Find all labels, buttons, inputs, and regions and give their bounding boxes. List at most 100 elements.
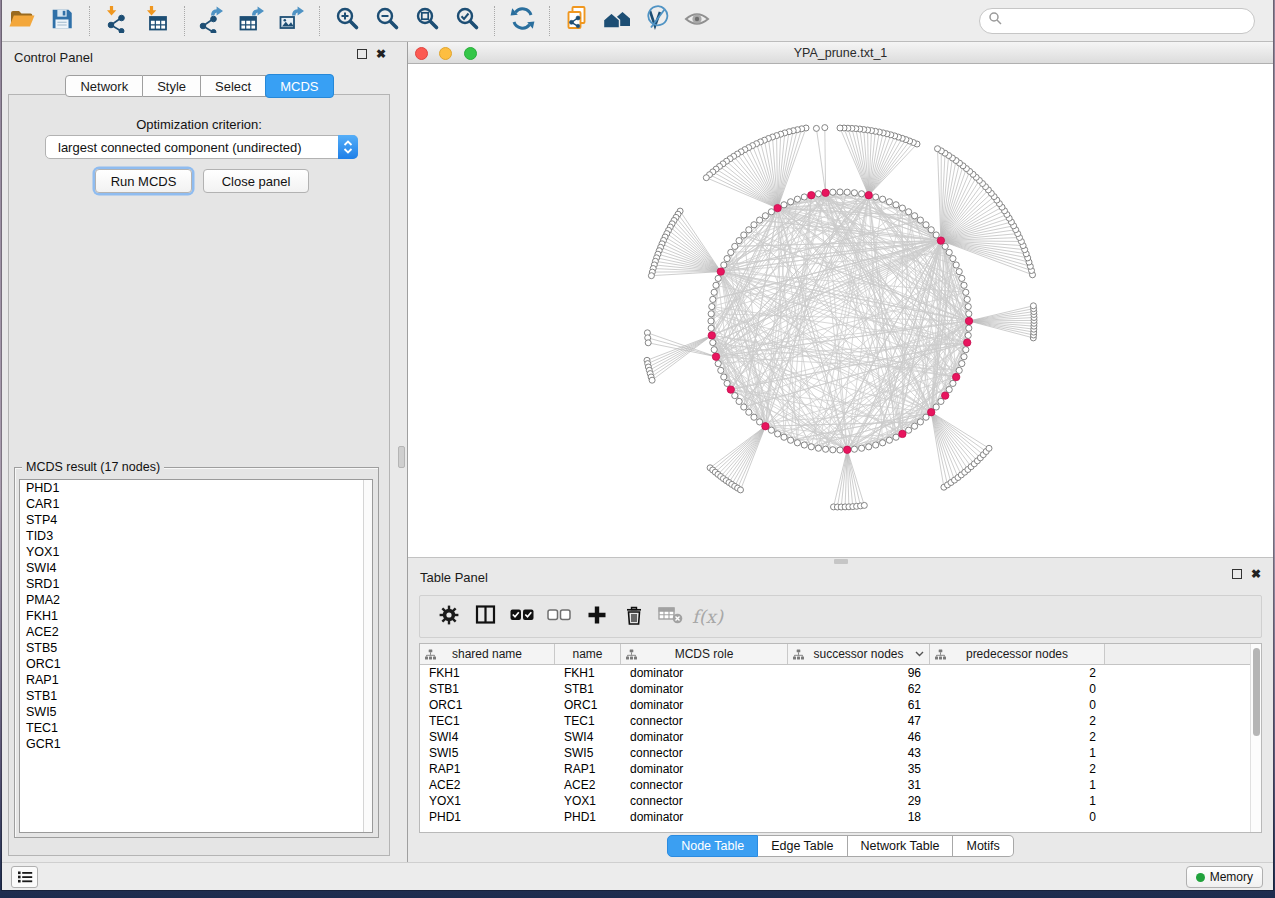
delete-table-button[interactable]	[652, 601, 689, 633]
deselect-all-icon	[547, 604, 572, 630]
select-all-button[interactable]	[504, 601, 541, 633]
export-network-button[interactable]	[192, 3, 232, 39]
tab-network[interactable]: Network	[65, 75, 143, 97]
status-bar: Memory	[2, 862, 1273, 890]
table-scrollbar[interactable]	[1250, 644, 1261, 832]
tab-select[interactable]: Select	[201, 75, 266, 97]
import-network-button[interactable]	[97, 3, 137, 39]
desktop-background: Control Panel ✖ NetworkStyleSelectMCDS O…	[0, 0, 1275, 898]
mcds-result-item[interactable]: PHD1	[20, 480, 372, 496]
mcds-result-item[interactable]: SWI4	[20, 560, 372, 576]
horizontal-splitter[interactable]	[408, 557, 1273, 564]
save-session-button[interactable]	[42, 3, 82, 39]
mcds-result-item[interactable]: STP4	[20, 512, 372, 528]
network-graph[interactable]	[408, 64, 1273, 557]
maximize-window-icon[interactable]	[464, 47, 477, 60]
table-row[interactable]: YOX1YOX1connector291	[420, 793, 1261, 809]
import-table-button[interactable]	[137, 3, 177, 39]
vertical-splitter[interactable]	[396, 42, 408, 862]
network-canvas[interactable]	[408, 64, 1273, 557]
export-image-button[interactable]	[272, 3, 312, 39]
mcds-list-scrollbar[interactable]	[363, 480, 372, 832]
mcds-result-item[interactable]: SWI5	[20, 704, 372, 720]
table-cell: SWI5	[420, 745, 555, 761]
open-session-button[interactable]	[2, 3, 42, 39]
search-input[interactable]	[1003, 11, 1254, 31]
mcds-result-title: MCDS result (17 nodes)	[22, 460, 164, 474]
column-header-shared-name[interactable]: shared name	[420, 644, 555, 664]
tab-node-table[interactable]: Node Table	[667, 835, 758, 857]
table-row[interactable]: RAP1RAP1dominator352	[420, 761, 1261, 777]
close-table-panel-icon[interactable]: ✖	[1251, 569, 1261, 579]
mcds-result-item[interactable]: CAR1	[20, 496, 372, 512]
criterion-dropdown[interactable]: largest connected component (undirected)	[45, 135, 358, 159]
minimize-window-icon[interactable]	[439, 47, 452, 60]
close-panel-button[interactable]: Close panel	[203, 169, 309, 193]
mcds-result-item[interactable]: TEC1	[20, 720, 372, 736]
toggle-panel-button[interactable]	[467, 601, 504, 633]
table-scrollbar-thumb[interactable]	[1253, 648, 1260, 736]
tab-edge-table[interactable]: Edge Table	[758, 835, 847, 857]
share-document-button[interactable]	[557, 3, 597, 39]
column-header-predecessor-nodes[interactable]: predecessor nodes	[930, 644, 1105, 664]
mcds-result-item[interactable]: SRD1	[20, 576, 372, 592]
zoom-fit-button[interactable]	[407, 3, 447, 39]
mcds-result-item[interactable]: ACE2	[20, 624, 372, 640]
table-row[interactable]: TEC1TEC1connector472	[420, 713, 1261, 729]
table-header-row: shared namenameMCDS rolesuccessor nodesp…	[420, 644, 1261, 665]
tab-network-table[interactable]: Network Table	[848, 835, 954, 857]
zoom-in-button[interactable]	[327, 3, 367, 39]
zoom-out-button[interactable]	[367, 3, 407, 39]
table-row[interactable]: SWI5SWI5connector431	[420, 745, 1261, 761]
mcds-result-item[interactable]: YOX1	[20, 544, 372, 560]
settings-gear-button[interactable]	[430, 601, 467, 633]
table-row[interactable]: ORC1ORC1dominator610	[420, 697, 1261, 713]
show-panels-button[interactable]	[11, 866, 38, 888]
column-header-MCDS-role[interactable]: MCDS role	[621, 644, 788, 664]
zoom-selected-button[interactable]	[447, 3, 487, 39]
memory-status-icon	[1196, 873, 1205, 882]
mcds-result-item[interactable]: TID3	[20, 528, 372, 544]
table-row[interactable]: PHD1PHD1dominator180	[420, 809, 1261, 825]
table-row[interactable]: ACE2ACE2connector311	[420, 777, 1261, 793]
tab-motifs[interactable]: Motifs	[953, 835, 1013, 857]
column-header-name[interactable]: name	[555, 644, 621, 664]
search-box[interactable]	[979, 8, 1255, 34]
vertical-splitter-grip[interactable]	[398, 446, 405, 468]
column-header-successor-nodes[interactable]: successor nodes	[788, 644, 930, 664]
close-panel-icon[interactable]: ✖	[376, 49, 386, 59]
mcds-result-item[interactable]: FKH1	[20, 608, 372, 624]
mcds-result-item[interactable]: RAP1	[20, 672, 372, 688]
tab-mcds[interactable]: MCDS	[265, 74, 333, 98]
show-graphics-details-button[interactable]	[677, 3, 717, 39]
float-table-panel-icon[interactable]	[1232, 569, 1242, 579]
table-row[interactable]: STB1STB1dominator620	[420, 681, 1261, 697]
hide-graphics-details-icon	[643, 5, 671, 37]
export-table-button[interactable]	[232, 3, 272, 39]
table-row[interactable]: SWI4SWI4dominator462	[420, 729, 1261, 745]
mcds-result-list[interactable]: PHD1CAR1STP4TID3YOX1SWI4SRD1PMA2FKH1ACE2…	[19, 479, 373, 833]
main-toolbar	[2, 0, 1273, 42]
mcds-result-item[interactable]: STB5	[20, 640, 372, 656]
open-session-icon	[8, 5, 36, 37]
close-window-icon[interactable]	[415, 47, 428, 60]
float-panel-icon[interactable]	[357, 49, 367, 59]
function-builder-button[interactable]: f(x)	[689, 601, 726, 633]
mcds-result-item[interactable]: GCR1	[20, 736, 372, 752]
memory-button[interactable]: Memory	[1186, 866, 1263, 888]
mcds-result-item[interactable]: STB1	[20, 688, 372, 704]
deselect-all-button[interactable]	[541, 601, 578, 633]
mcds-result-item[interactable]: ORC1	[20, 656, 372, 672]
tab-style[interactable]: Style	[143, 75, 201, 97]
toolbar-separator	[494, 6, 495, 36]
network-home-button[interactable]	[597, 3, 637, 39]
add-column-button[interactable]	[578, 601, 615, 633]
table-row[interactable]: FKH1FKH1dominator962	[420, 665, 1261, 681]
run-mcds-button[interactable]: Run MCDS	[95, 169, 192, 193]
mcds-result-item[interactable]: PMA2	[20, 592, 372, 608]
hide-graphics-details-button[interactable]	[637, 3, 677, 39]
node-table: shared namenameMCDS rolesuccessor nodesp…	[419, 643, 1262, 833]
delete-column-button[interactable]	[615, 601, 652, 633]
refresh-button[interactable]	[502, 3, 542, 39]
table-cell: 62	[788, 681, 930, 697]
